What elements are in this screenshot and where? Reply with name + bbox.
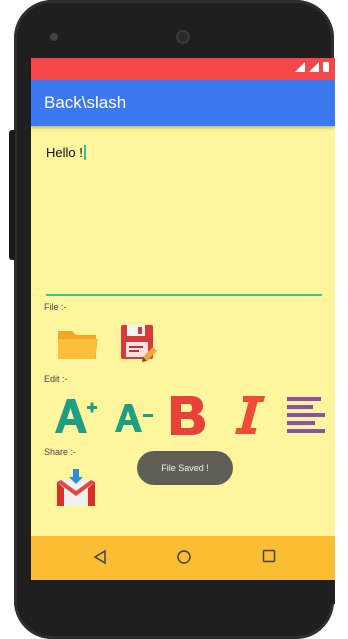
share-section-label: Share :- [44,447,77,457]
italic-button[interactable] [233,394,267,441]
app-screen: Back\slash Hello ! File :- Edit :- Share… [31,58,335,604]
back-icon[interactable] [93,549,107,565]
front-camera [176,30,190,44]
gmail-icon [57,469,95,506]
app-bar: Back\slash [31,80,335,126]
open-file-button[interactable] [56,325,100,366]
home-icon[interactable] [176,549,192,565]
app-title: Back\slash [44,93,127,112]
text-editor[interactable]: Hello ! [46,144,322,296]
bold-button[interactable] [168,393,210,442]
increase-font-button[interactable] [53,395,99,440]
status-icons [295,62,329,72]
battery-icon [323,62,329,72]
editor-text: Hello ! [46,145,83,160]
decrease-font-button[interactable] [113,400,155,439]
align-lines-icon [287,397,325,433]
italic-icon [235,396,265,434]
folder-icon [58,331,98,359]
navigation-bar [31,536,335,580]
edit-section-label: Edit :- [44,374,68,384]
screen-bottom-bezel [31,580,335,604]
toast-message: File Saved ! [137,451,233,485]
status-bar [31,58,335,80]
recent-apps-icon[interactable] [262,549,276,563]
phone-side-button [9,130,15,260]
bold-icon [171,396,205,435]
font-increase-icon [55,399,97,433]
front-sensor [50,33,58,41]
floppy-disk-icon [121,325,157,362]
share-gmail-button[interactable] [55,468,99,513]
signal-icon [309,62,319,72]
wifi-icon [295,62,305,72]
save-file-button[interactable] [119,323,159,368]
file-section-label: File :- [44,302,67,312]
text-cursor [83,145,86,160]
align-text-button[interactable] [285,395,327,440]
font-decrease-icon [115,404,153,432]
